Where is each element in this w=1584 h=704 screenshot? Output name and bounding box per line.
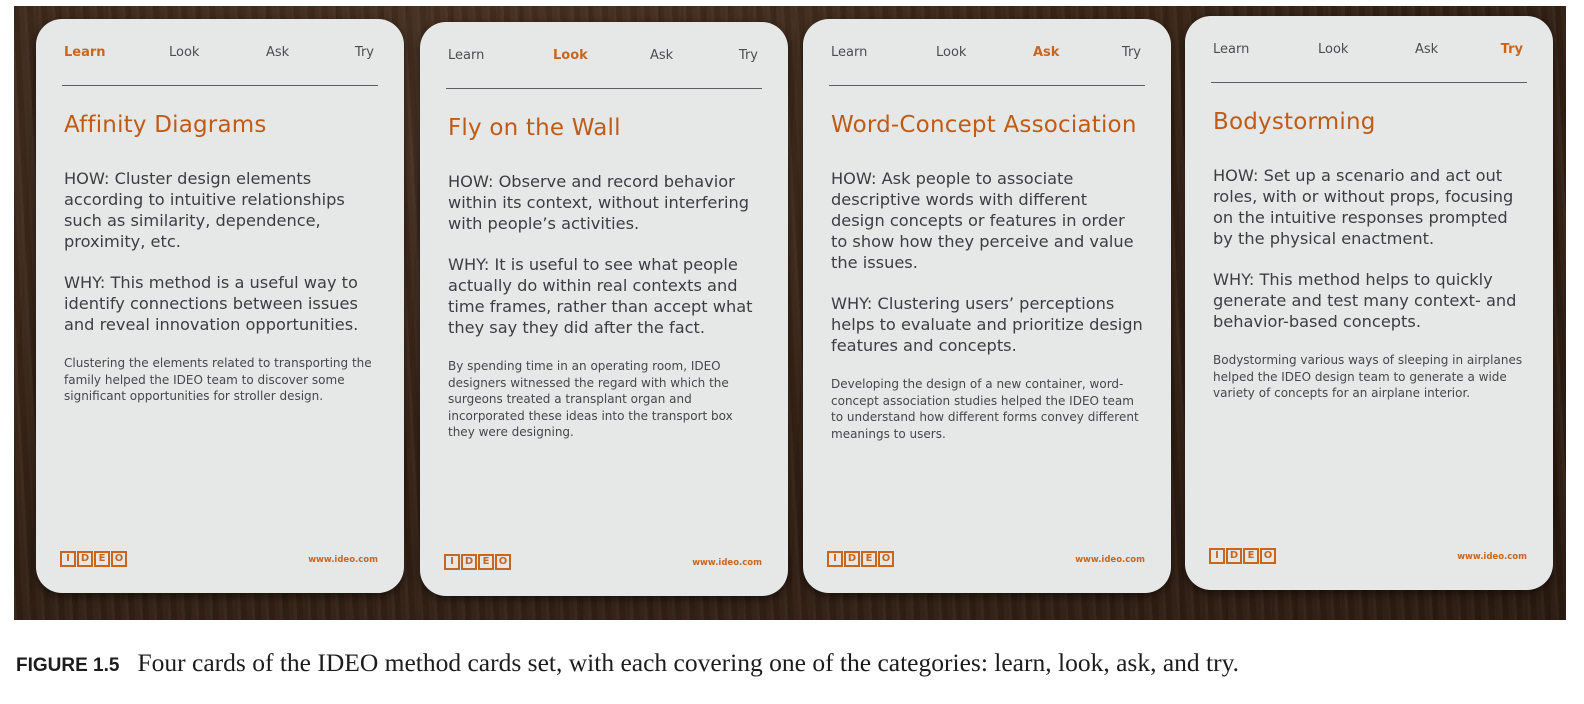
method-card-ask: Learn Look Ask Try Word-Concept Associat… — [803, 19, 1171, 593]
tab-try: Try — [1121, 45, 1141, 60]
tab-ask: Ask — [1033, 45, 1060, 60]
card-tabs: Learn Look Ask Try — [1211, 42, 1527, 82]
tab-ask: Ask — [1415, 42, 1439, 57]
tab-look: Look — [169, 45, 200, 60]
card-why: WHY: It is useful to see what people act… — [448, 255, 753, 337]
method-card-try: Learn Look Ask Try Bodystorming HOW: Set… — [1185, 16, 1553, 590]
card-title: Word-Concept Association — [831, 112, 1137, 138]
ideo-logo: IDEO — [444, 554, 511, 570]
tab-look: Look — [553, 48, 588, 63]
method-card-learn: Learn Look Ask Try Affinity Diagrams HOW… — [36, 19, 404, 593]
card-why: WHY: Clustering users’ perceptions helps… — [831, 294, 1143, 355]
ideo-logo: IDEO — [60, 551, 127, 567]
card-example: Developing the design of a new container… — [831, 377, 1139, 441]
card-url: www.ideo.com — [308, 555, 378, 565]
divider — [446, 88, 762, 89]
card-why: WHY: This method is a useful way to iden… — [64, 273, 359, 334]
card-url: www.ideo.com — [692, 558, 762, 568]
card-example: Bodystorming various ways of sleeping in… — [1213, 353, 1523, 400]
tab-learn: Learn — [448, 48, 485, 63]
card-how: HOW: Observe and record behavior within … — [448, 172, 750, 233]
card-tabs: Learn Look Ask Try — [446, 48, 762, 88]
ideo-logo: IDEO — [1209, 548, 1276, 564]
card-example: By spending time in an operating room, I… — [448, 359, 733, 439]
card-url: www.ideo.com — [1457, 552, 1527, 562]
card-tabs: Learn Look Ask Try — [829, 45, 1145, 85]
card-url: www.ideo.com — [1075, 555, 1145, 565]
card-how: HOW: Set up a scenario and act out roles… — [1213, 166, 1514, 248]
method-card-look: Learn Look Ask Try Fly on the Wall HOW: … — [420, 22, 788, 596]
tab-try: Try — [1500, 42, 1523, 57]
tab-ask: Ask — [266, 45, 290, 60]
divider — [62, 85, 378, 86]
card-tabs: Learn Look Ask Try — [62, 45, 378, 85]
ideo-logo: IDEO — [827, 551, 894, 567]
figure-caption: FIGURE 1.5 Four cards of the IDEO method … — [16, 648, 1239, 678]
tab-try: Try — [738, 48, 758, 63]
card-title: Affinity Diagrams — [64, 112, 267, 138]
card-how: HOW: Ask people to associate descriptive… — [831, 169, 1134, 272]
caption-text: Four cards of the IDEO method cards set,… — [137, 648, 1240, 677]
tab-learn: Learn — [831, 45, 868, 60]
divider — [829, 85, 1145, 86]
card-title: Bodystorming — [1213, 109, 1376, 135]
photograph: Learn Look Ask Try Affinity Diagrams HOW… — [14, 6, 1566, 620]
card-title: Fly on the Wall — [448, 115, 621, 141]
tab-learn: Learn — [64, 45, 106, 60]
tab-learn: Learn — [1213, 42, 1250, 57]
tab-try: Try — [354, 45, 374, 60]
tab-ask: Ask — [650, 48, 674, 63]
card-why: WHY: This method helps to quickly genera… — [1213, 270, 1517, 331]
card-example: Clustering the elements related to trans… — [64, 356, 372, 403]
tab-look: Look — [1318, 42, 1349, 57]
divider — [1211, 82, 1527, 83]
figure-label: FIGURE 1.5 — [16, 655, 120, 676]
tab-look: Look — [936, 45, 967, 60]
card-how: HOW: Cluster design elements according t… — [64, 169, 345, 251]
